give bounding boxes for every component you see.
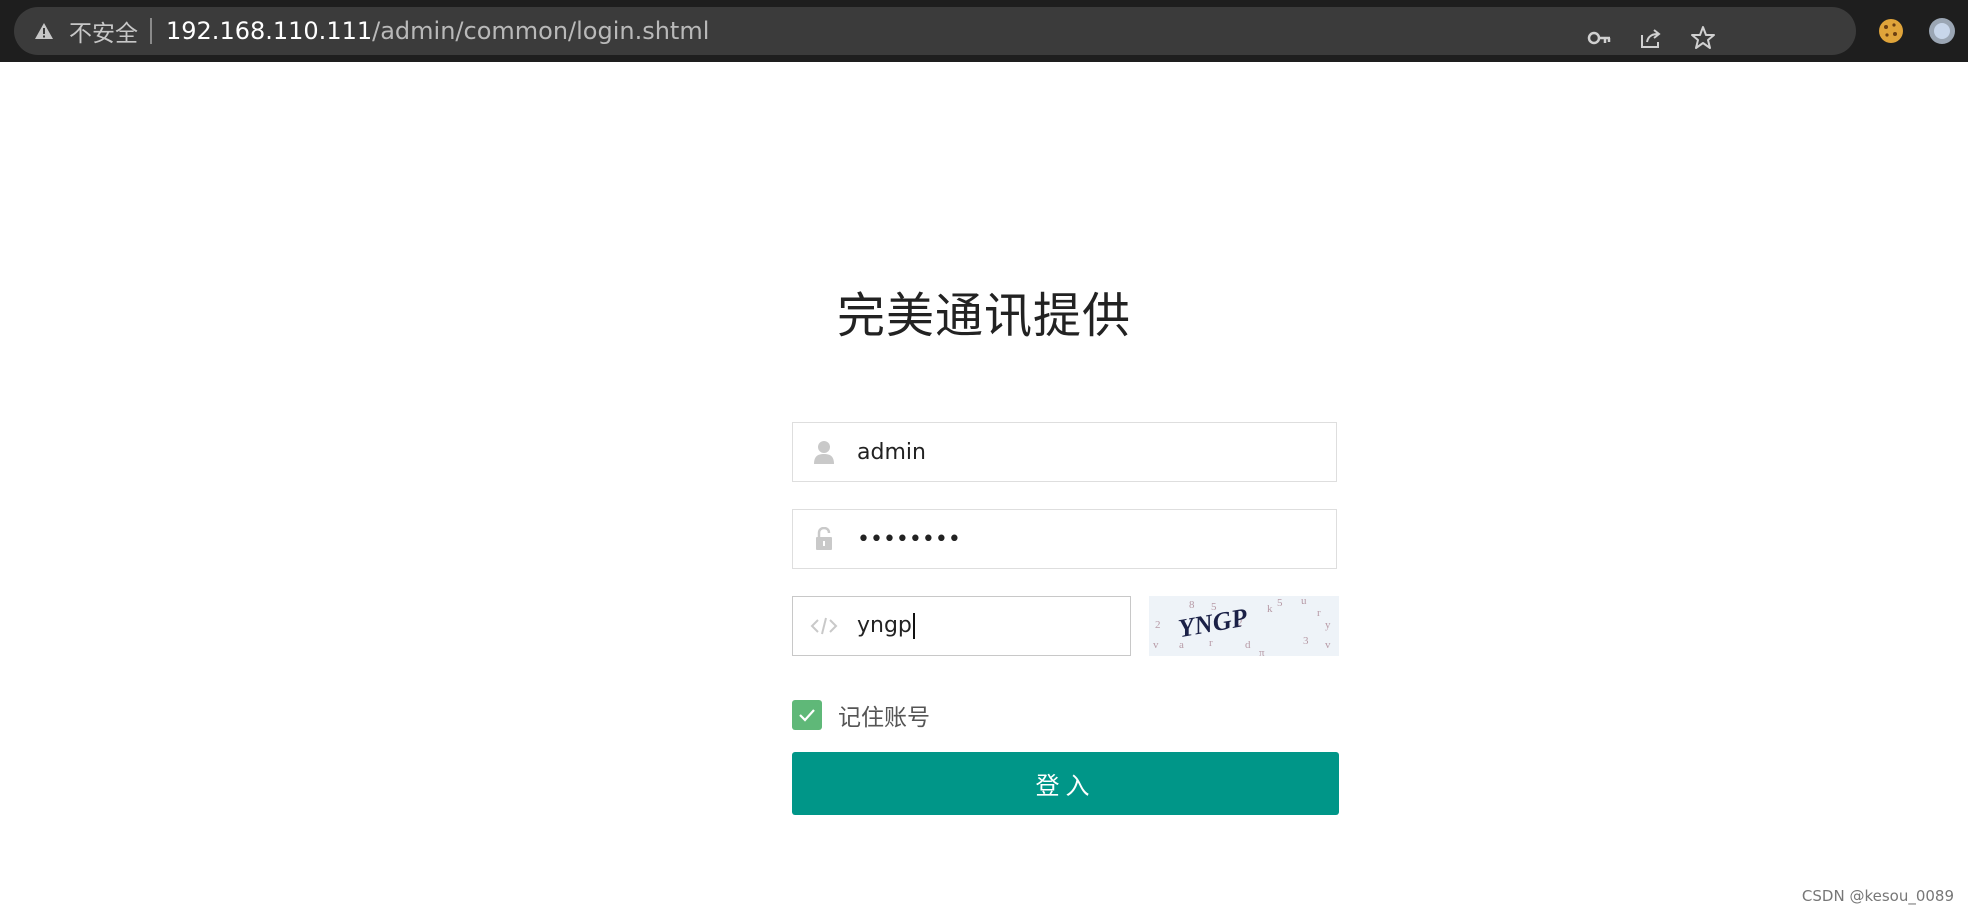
address-bar[interactable]: 不安全 192.168.110.111/admin/common/login.s… — [14, 7, 1856, 55]
svg-text:d: d — [1245, 639, 1251, 651]
unlock-icon — [793, 509, 855, 569]
cookie-extension-icon[interactable] — [1876, 16, 1906, 46]
svg-text:π: π — [1259, 647, 1265, 656]
svg-text:u: u — [1301, 596, 1307, 607]
browser-toolbar: 不安全 192.168.110.111/admin/common/login.s… — [0, 0, 1968, 62]
password-input[interactable]: •••••••• — [792, 509, 1337, 569]
svg-text:k: k — [1267, 603, 1273, 615]
remember-label[interactable]: 记住账号 — [838, 698, 930, 732]
svg-text:3: 3 — [1303, 635, 1309, 647]
url-host[interactable]: 192.168.110.111 — [166, 17, 372, 45]
share-icon[interactable] — [1636, 23, 1666, 53]
bookmark-star-icon[interactable] — [1688, 23, 1718, 53]
url-path[interactable]: /admin/common/login.shtml — [372, 17, 709, 45]
user-icon — [793, 422, 855, 482]
remember-checkbox[interactable] — [792, 700, 822, 730]
login-button[interactable]: 登入 — [792, 752, 1339, 815]
svg-text:2: 2 — [1155, 619, 1161, 631]
code-icon — [793, 596, 855, 656]
not-secure-label[interactable]: 不安全 — [69, 14, 138, 48]
username-input[interactable]: admin — [792, 422, 1337, 482]
svg-text:r: r — [1209, 637, 1213, 649]
svg-text:v: v — [1325, 639, 1331, 651]
text-caret — [912, 613, 915, 639]
svg-text:r: r — [1317, 607, 1321, 619]
warning-icon[interactable] — [33, 20, 55, 42]
profile-avatar-icon[interactable] — [1927, 16, 1957, 46]
captcha-image[interactable]: 2v8a 5r2d k5πu ryv3 YNGP — [1149, 595, 1339, 659]
key-icon[interactable] — [1584, 23, 1614, 53]
svg-text:y: y — [1325, 619, 1331, 631]
password-value[interactable]: •••••••• — [855, 527, 961, 552]
captcha-input[interactable]: yngp — [792, 596, 1131, 656]
remember-account[interactable]: 记住账号 — [792, 698, 930, 732]
svg-text:8: 8 — [1189, 599, 1195, 611]
svg-text:v: v — [1153, 639, 1159, 651]
captcha-value[interactable]: yngp — [855, 613, 915, 639]
username-value[interactable]: admin — [855, 440, 926, 465]
svg-text:5: 5 — [1277, 597, 1283, 609]
watermark: CSDN @kesou_0089 — [1801, 887, 1954, 905]
page-title: 完美通讯提供 — [836, 288, 1131, 344]
url-divider — [150, 18, 152, 44]
